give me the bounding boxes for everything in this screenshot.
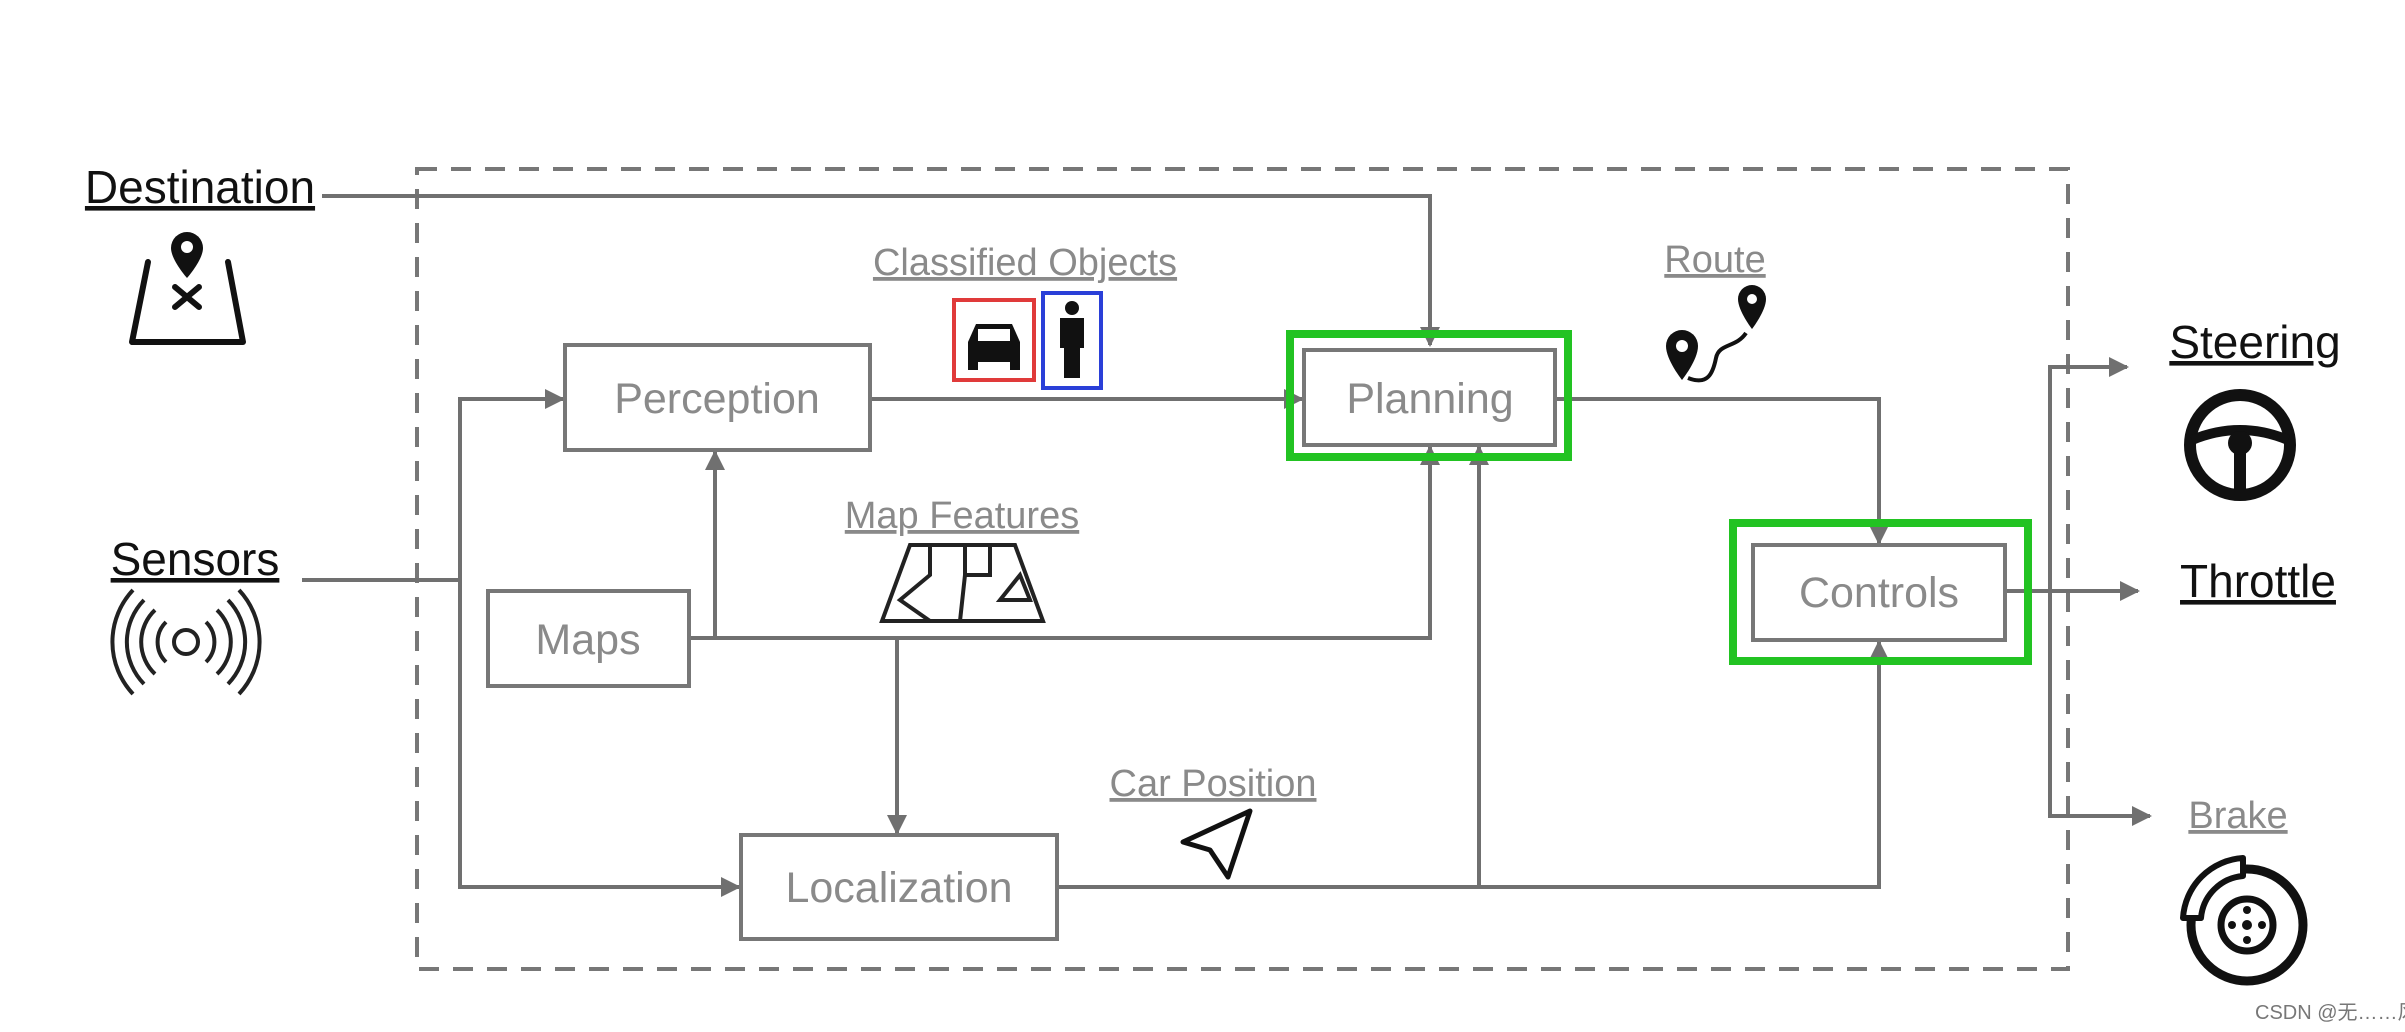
autonomous-driving-architecture-diagram: Destination Sensors Perception Maps Plan… <box>85 161 2405 1024</box>
map-features-icon <box>879 543 1046 623</box>
map-features-label: Map Features <box>845 495 1079 537</box>
maps-label: Maps <box>535 616 640 664</box>
watermark: CSDN @无……风 <box>2255 1002 2405 1024</box>
maps-module[interactable]: Maps <box>486 589 691 688</box>
planning-label: Planning <box>1346 375 1513 423</box>
localization-module[interactable]: Localization <box>739 833 1059 941</box>
brake-label: Brake <box>2188 795 2287 837</box>
navigation-arrow-icon <box>1180 808 1253 880</box>
classified-objects-label: Classified Objects <box>873 242 1177 284</box>
destination-map-pin-icon <box>129 232 246 345</box>
controls-module[interactable]: Controls <box>1729 519 2032 665</box>
sensor-signal-icon <box>110 588 262 696</box>
route-icon <box>1666 285 1766 383</box>
destination-label: Destination <box>85 161 315 213</box>
steering-label: Steering <box>2169 316 2340 368</box>
pedestrian-detection-icon <box>1041 291 1103 390</box>
perception-label: Perception <box>614 375 820 423</box>
brake-disc-icon <box>2180 855 2308 986</box>
localization-label: Localization <box>785 864 1012 912</box>
car-position-label: Car Position <box>1110 763 1317 805</box>
steering-wheel-icon <box>2184 389 2296 501</box>
sensors-label: Sensors <box>111 533 280 585</box>
controls-label: Controls <box>1799 569 1959 617</box>
planning-module[interactable]: Planning <box>1286 330 1572 461</box>
throttle-label: Throttle <box>2180 555 2336 607</box>
perception-module[interactable]: Perception <box>563 343 872 452</box>
car-detection-icon <box>952 298 1036 382</box>
route-label: Route <box>1664 239 1765 281</box>
